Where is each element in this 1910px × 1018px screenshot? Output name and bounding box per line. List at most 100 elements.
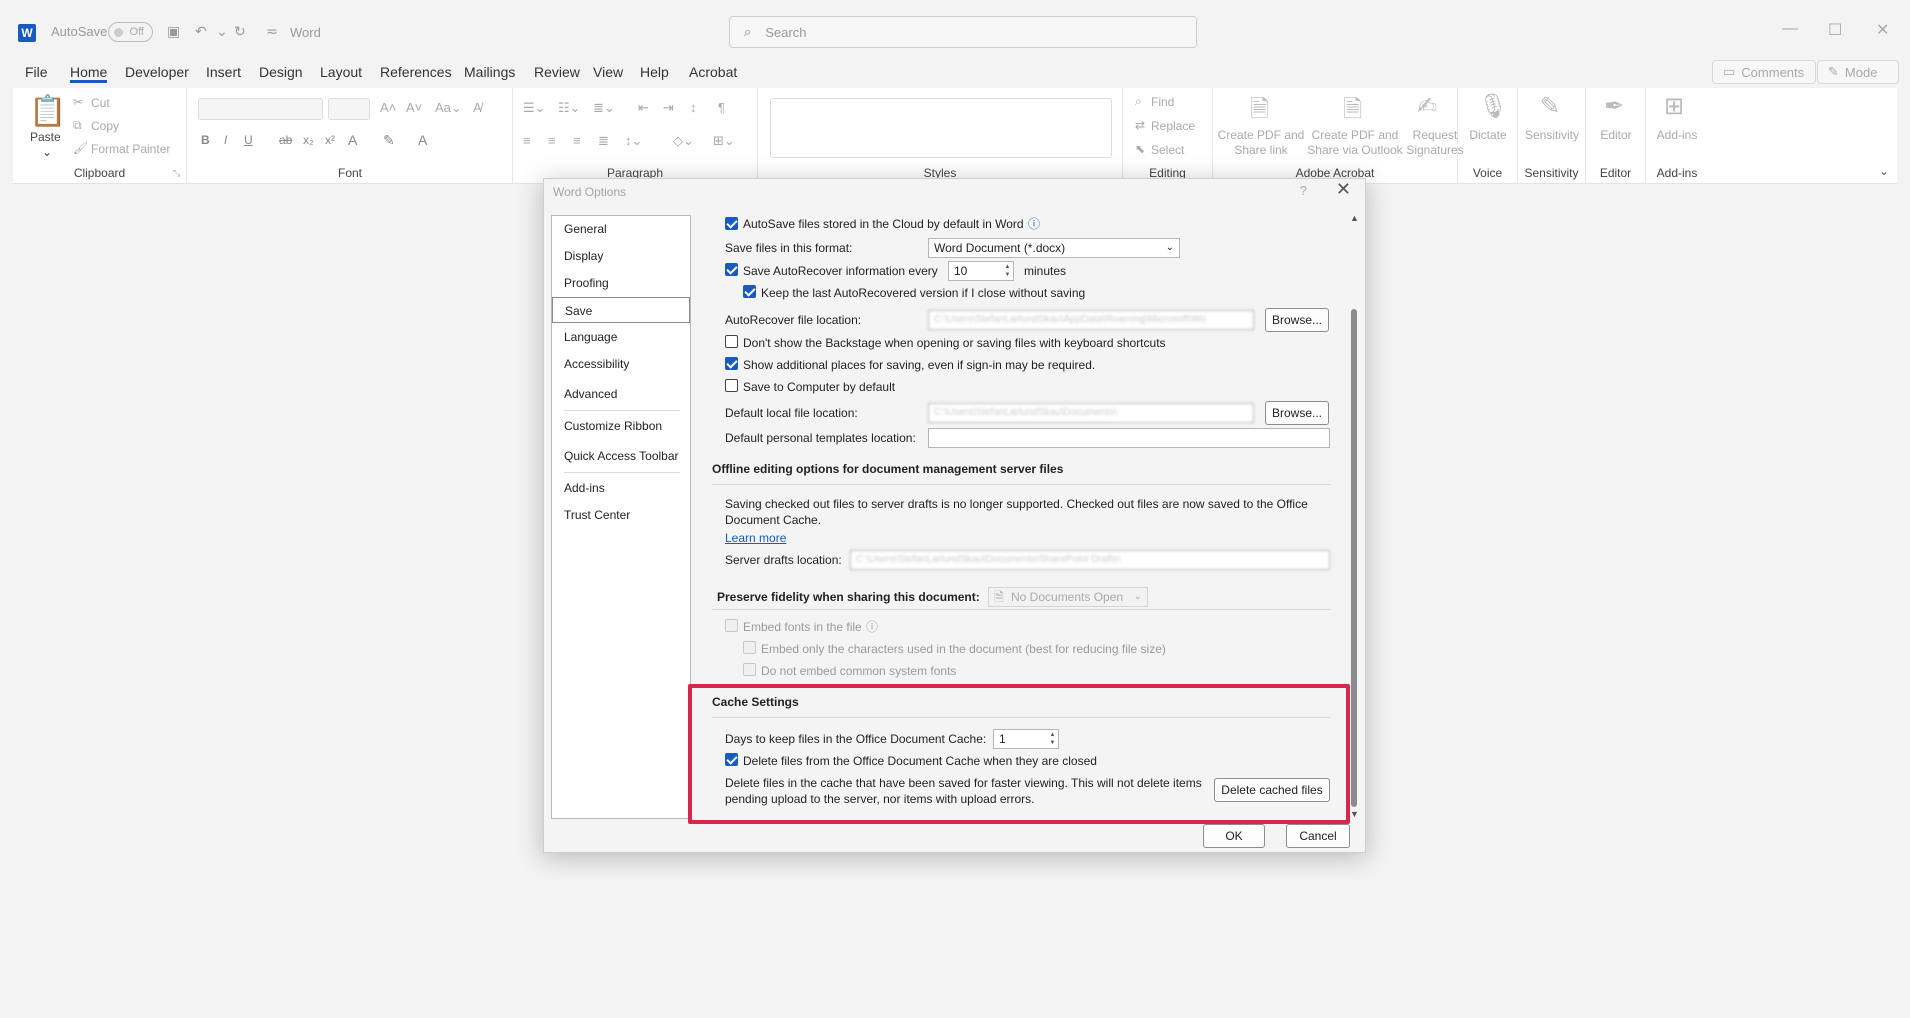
tab-help[interactable]: Help	[640, 64, 669, 80]
scrollbar-thumb[interactable]	[1351, 309, 1357, 807]
server-drafts-input[interactable]: C:\Users\StefanLarlundSkau\Documents\Sha…	[850, 550, 1330, 570]
dont-show-backstage-checkbox[interactable]	[725, 335, 738, 348]
search-box[interactable]: ⌕ Search	[729, 16, 1197, 48]
keep-last-checkbox[interactable]	[743, 285, 756, 298]
shading-icon[interactable]: ◇⌄	[673, 133, 694, 149]
browse-autorecover-button[interactable]: Browse...	[1265, 308, 1329, 332]
show-additional-checkbox[interactable]	[725, 357, 738, 370]
autorecover-minutes-input[interactable]: 10 ▲ ▼	[948, 261, 1014, 281]
autorecover-location-input[interactable]: C:\Users\StefanLarlundSkau\AppData\Roami…	[928, 310, 1254, 330]
redo-icon[interactable]: ↻	[234, 23, 246, 40]
justify-icon[interactable]: ≣	[598, 133, 609, 149]
sort-icon[interactable]: ↕	[690, 100, 697, 115]
align-center-icon[interactable]: ≡	[548, 133, 556, 148]
clear-formatting-icon[interactable]: A̸	[473, 100, 482, 115]
browse-default-local-button[interactable]: Browse...	[1265, 401, 1329, 425]
shrink-font-icon[interactable]: A˅	[406, 100, 422, 115]
tab-insert[interactable]: Insert	[206, 64, 241, 80]
save-icon[interactable]: ▣	[167, 23, 180, 40]
autosave-toggle[interactable]: Off	[108, 22, 153, 42]
options-scrollbar[interactable]: ▲ ▼	[1349, 213, 1361, 819]
spinner-icon[interactable]: ▲ ▼	[1003, 263, 1012, 279]
learn-more-link[interactable]: Learn more	[725, 531, 786, 545]
comments-button[interactable]: ▭ Comments	[1712, 60, 1816, 84]
superscript-icon[interactable]: x²	[325, 133, 335, 147]
grow-font-icon[interactable]: A˄	[380, 100, 396, 115]
font-color-icon[interactable]: A	[418, 132, 427, 148]
dictate-button[interactable]: Dictate	[1458, 128, 1518, 143]
scroll-up-icon[interactable]: ▲	[1350, 213, 1359, 223]
tab-mailings[interactable]: Mailings	[464, 64, 515, 80]
tab-references[interactable]: References	[380, 64, 452, 80]
italic-icon[interactable]: I	[224, 133, 227, 147]
sensitivity-button[interactable]: Sensitivity	[1518, 128, 1586, 143]
collapse-ribbon-icon[interactable]: ⌄	[1879, 164, 1889, 178]
cut-label[interactable]: Cut	[91, 96, 110, 110]
minimize-icon[interactable]: —	[1782, 20, 1798, 38]
font-size-box[interactable]	[328, 98, 370, 120]
paste-chevron-icon[interactable]: ⌄	[42, 145, 52, 159]
increase-indent-icon[interactable]: ⇥	[663, 100, 674, 116]
borders-icon[interactable]: ⊞⌄	[713, 133, 735, 149]
request-signatures-button[interactable]: Request Signatures	[1405, 128, 1465, 158]
paste-label[interactable]: Paste	[30, 130, 61, 144]
ok-button[interactable]: OK	[1203, 824, 1265, 848]
underline-icon[interactable]: U	[244, 133, 253, 147]
create-pdf-share-button[interactable]: Create PDF and Share link	[1215, 128, 1307, 158]
change-case-icon[interactable]: Aa⌄	[435, 100, 462, 116]
tab-layout[interactable]: Layout	[320, 64, 362, 80]
tab-acrobat[interactable]: Acrobat	[689, 64, 737, 80]
tab-review[interactable]: Review	[534, 64, 580, 80]
close-window-icon[interactable]: ✕	[1876, 20, 1889, 40]
tab-view[interactable]: View	[593, 64, 623, 80]
paste-icon[interactable]: 📋	[29, 94, 66, 129]
font-name-box[interactable]	[198, 98, 323, 120]
addins-button[interactable]: Add-ins	[1646, 128, 1708, 143]
no-common-fonts-checkbox[interactable]	[743, 663, 756, 676]
bold-icon[interactable]: B	[201, 133, 210, 147]
default-local-input[interactable]: C:\Users\StefanLarlundSkau\Documents\	[928, 403, 1254, 423]
cancel-button[interactable]: Cancel	[1286, 824, 1350, 848]
copy-label[interactable]: Copy	[91, 119, 119, 133]
strikethrough-icon[interactable]: ab	[279, 133, 292, 147]
multilevel-list-icon[interactable]: ≣⌄	[593, 100, 615, 116]
tab-home[interactable]: Home	[70, 64, 108, 83]
replace-label[interactable]: Replace	[1151, 119, 1195, 133]
app-title: Word	[290, 25, 321, 40]
autorecover-checkbox[interactable]	[725, 263, 738, 276]
numbering-icon[interactable]: ☷⌄	[558, 100, 581, 116]
editor-button[interactable]: Editor	[1586, 128, 1646, 143]
mode-button[interactable]: ✎ Mode	[1817, 60, 1899, 84]
customize-qat-icon[interactable]: ≂	[266, 23, 278, 40]
select-label[interactable]: Select	[1151, 143, 1184, 157]
signature-icon: ✍	[1417, 93, 1438, 120]
highlight-icon[interactable]: ✎	[383, 132, 395, 149]
save-to-computer-checkbox[interactable]	[725, 379, 738, 392]
tab-developer[interactable]: Developer	[125, 64, 189, 80]
tab-file[interactable]: File	[25, 64, 48, 80]
format-painter-label[interactable]: Format Painter	[91, 142, 170, 156]
line-spacing-icon[interactable]: ↕⌄	[625, 133, 642, 149]
bullets-icon[interactable]: ☰⌄	[523, 100, 546, 116]
show-formatting-icon[interactable]: ¶	[718, 100, 725, 115]
subscript-icon[interactable]: x₂	[303, 133, 314, 147]
scroll-down-icon[interactable]: ▼	[1350, 809, 1359, 819]
tab-design[interactable]: Design	[259, 64, 303, 80]
fidelity-document-select[interactable]: 🗎 No Documents Open ⌄	[988, 587, 1148, 607]
styles-gallery[interactable]	[770, 98, 1112, 158]
decrease-indent-icon[interactable]: ⇤	[638, 100, 649, 116]
embed-fonts-checkbox[interactable]	[725, 619, 738, 632]
dialog-launcher-icon[interactable]: ⤡	[173, 168, 180, 179]
chevron-down-icon[interactable]: ⌄	[216, 23, 228, 40]
find-label[interactable]: Find	[1151, 95, 1174, 109]
save-format-select[interactable]: Word Document (*.docx) ⌄	[928, 238, 1180, 258]
create-pdf-outlook-button[interactable]: Create PDF and Share via Outlook	[1305, 128, 1405, 158]
autosave-cloud-checkbox[interactable]	[725, 217, 738, 230]
default-templates-input[interactable]	[928, 428, 1330, 448]
align-right-icon[interactable]: ≡	[573, 133, 581, 148]
embed-only-checkbox[interactable]	[743, 641, 756, 654]
maximize-icon[interactable]: ☐	[1828, 20, 1842, 40]
align-left-icon[interactable]: ≡	[523, 133, 531, 148]
text-effects-icon[interactable]: A	[348, 132, 357, 148]
undo-icon[interactable]: ↶	[195, 23, 207, 40]
